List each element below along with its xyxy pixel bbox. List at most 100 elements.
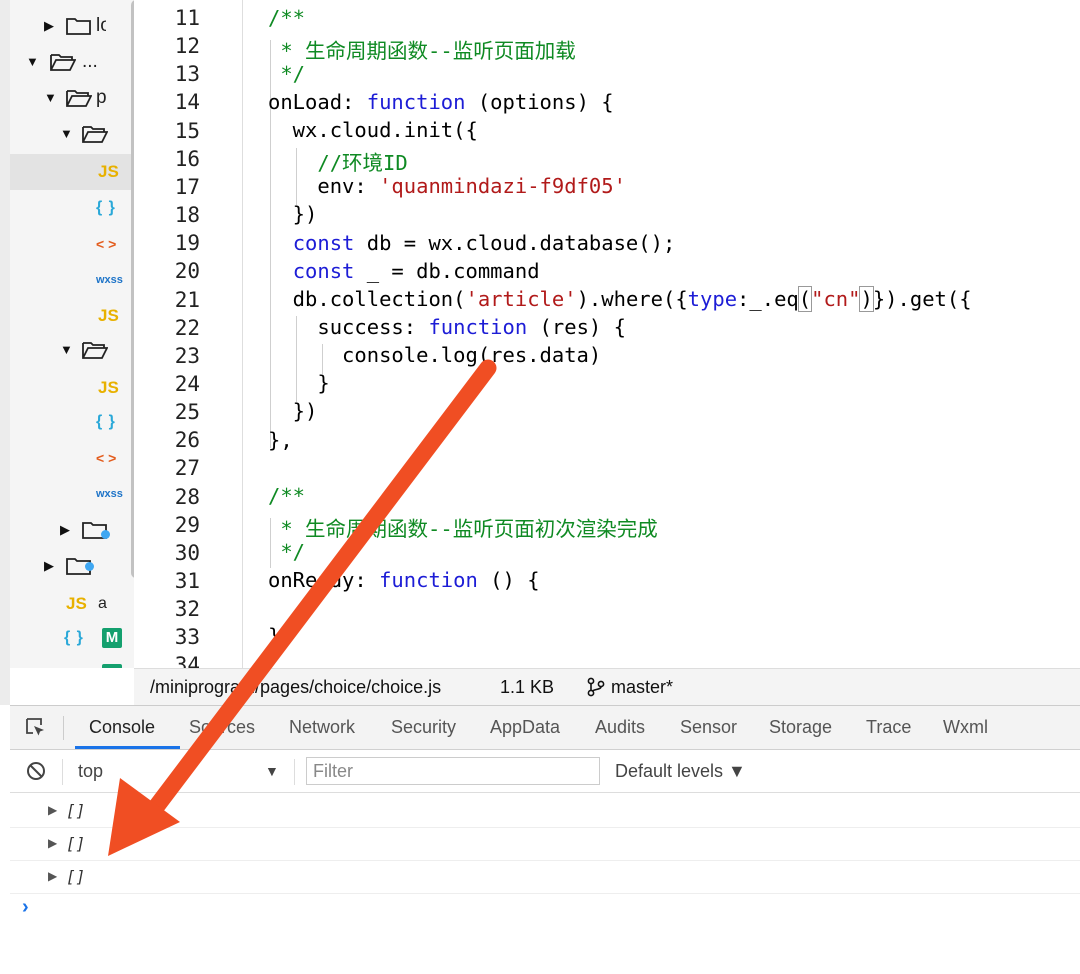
code-line: */ bbox=[268, 62, 306, 86]
context-selector[interactable]: top bbox=[78, 750, 103, 792]
tab-security[interactable]: Security bbox=[391, 706, 456, 749]
line-number: 31 bbox=[174, 569, 200, 593]
console-log-row[interactable]: ▶ [] bbox=[10, 827, 1080, 861]
caret-right-icon[interactable]: ▶ bbox=[60, 512, 74, 548]
file-path[interactable]: /miniprogram/pages/choice/choice.js bbox=[150, 669, 441, 705]
expand-arrow-icon[interactable]: ▶ bbox=[48, 794, 57, 827]
file-tree: ▶ lo ▼ ... ▼ p ▼ JS { } < > wxss JS ▼ JS bbox=[10, 0, 134, 668]
line-number: 26 bbox=[174, 428, 200, 453]
status-dot-icon bbox=[101, 530, 110, 539]
code-editor[interactable]: 11 12 13 14 15 16 17 18 19 20 21 22 23 24 25 26 27 28 29 30… bbox=[134, 0, 1080, 668]
line-number: 14 bbox=[174, 90, 200, 115]
code-line: db.collection('article').where({type:_.e… bbox=[268, 286, 972, 312]
tab-audits[interactable]: Audits bbox=[595, 706, 645, 749]
tree-file-row[interactable]: { } M bbox=[10, 620, 131, 656]
line-number: 33 bbox=[174, 625, 200, 650]
divider bbox=[62, 759, 63, 785]
code-line: onReady: function () { bbox=[268, 568, 540, 592]
line-number: 20 bbox=[174, 259, 200, 284]
tree-file-row[interactable]: JS bbox=[10, 370, 131, 406]
tree-file-row[interactable]: < > bbox=[10, 226, 131, 262]
caret-down-icon[interactable]: ▼ bbox=[265, 750, 279, 792]
code-line: } bbox=[268, 371, 330, 395]
tree-file-row[interactable]: JS a bbox=[10, 586, 131, 622]
wxml-file-icon: < > bbox=[96, 450, 117, 466]
tab-appdata[interactable]: AppData bbox=[490, 706, 560, 749]
code-line: }) bbox=[268, 399, 318, 423]
expand-arrow-icon[interactable]: ▶ bbox=[48, 827, 57, 860]
code-line: * 生命周期函数--监听页面初次渲染完成 bbox=[268, 517, 658, 541]
line-number: 28 bbox=[174, 484, 200, 509]
clear-console-icon[interactable] bbox=[26, 761, 46, 781]
line-number: 21 bbox=[174, 287, 200, 312]
code-line: onLoad: function (options) { bbox=[268, 90, 614, 114]
line-number: 29 bbox=[174, 512, 200, 537]
tree-file-row[interactable]: JS bbox=[10, 298, 131, 334]
line-number: 15 bbox=[174, 118, 200, 143]
tree-file-row[interactable]: wxss bbox=[10, 476, 131, 512]
line-number: 22 bbox=[174, 315, 200, 340]
console-log-row[interactable]: ▶ [] bbox=[10, 860, 1080, 894]
inspect-element-icon[interactable] bbox=[24, 716, 46, 738]
line-number: 16 bbox=[174, 146, 200, 171]
tree-file-row[interactable]: { } bbox=[10, 190, 131, 226]
gutter-divider bbox=[242, 0, 243, 668]
json-file-icon: { } bbox=[64, 629, 84, 646]
tree-folder-row[interactable]: ▼ bbox=[10, 116, 131, 152]
code-line: }, bbox=[268, 624, 293, 648]
console-log-row[interactable]: ▶ [] bbox=[10, 794, 1080, 828]
git-branch[interactable]: master* bbox=[611, 669, 673, 705]
tree-file-row[interactable]: JS bbox=[10, 154, 131, 190]
modified-badge: M bbox=[102, 628, 122, 648]
tree-folder-row[interactable]: ▶ bbox=[10, 512, 131, 548]
tab-wxml[interactable]: Wxml bbox=[943, 706, 988, 749]
filter-input[interactable] bbox=[306, 757, 600, 785]
code-line: }) bbox=[268, 202, 318, 226]
tree-folder-row[interactable]: ▶ lo bbox=[10, 8, 131, 44]
line-number: 23 bbox=[174, 343, 200, 368]
folder-open-icon bbox=[50, 54, 76, 71]
caret-right-icon[interactable]: ▶ bbox=[44, 548, 58, 584]
tab-console[interactable]: Console bbox=[89, 706, 155, 749]
log-levels-dropdown[interactable]: Default levels ▼ bbox=[615, 750, 746, 792]
wxml-file-icon: < > bbox=[96, 236, 117, 252]
tab-network[interactable]: Network bbox=[289, 706, 355, 749]
caret-right-icon[interactable]: ▶ bbox=[44, 8, 58, 44]
console-filter-bar: top ▼ Default levels ▼ bbox=[10, 750, 1080, 793]
tab-storage[interactable]: Storage bbox=[769, 706, 832, 749]
code-line: const db = wx.cloud.database(); bbox=[292, 231, 676, 255]
caret-down-icon[interactable]: ▼ bbox=[26, 44, 40, 80]
json-file-icon: { } bbox=[96, 199, 116, 216]
file-size: 1.1 KB bbox=[500, 677, 555, 697]
js-file-icon: JS bbox=[98, 306, 119, 325]
tree-folder-row[interactable]: ▼ bbox=[10, 332, 131, 368]
tree-file-row[interactable]: wxss M bbox=[10, 656, 131, 668]
folder-open-icon bbox=[82, 342, 108, 359]
tree-file-row[interactable]: < > bbox=[10, 440, 131, 476]
tab-sensor[interactable]: Sensor bbox=[680, 706, 737, 749]
tree-file-row[interactable]: wxss bbox=[10, 262, 131, 298]
tree-folder-label: lo bbox=[96, 15, 106, 36]
devtools-tab-bar: Console Sources Network Security AppData… bbox=[10, 706, 1080, 750]
status-dot-icon bbox=[85, 562, 94, 571]
line-number: 11 bbox=[174, 6, 200, 30]
js-file-icon: JS bbox=[66, 594, 87, 613]
line-number: 12 bbox=[174, 34, 200, 59]
code-line: */ bbox=[268, 540, 306, 564]
active-tab-indicator bbox=[75, 746, 180, 749]
tab-sources[interactable]: Sources bbox=[189, 706, 255, 749]
code-line: console.log(res.data) bbox=[268, 343, 602, 367]
wxss-file-icon: wxss bbox=[64, 656, 91, 668]
tree-folder-row[interactable]: ▶ bbox=[10, 548, 131, 584]
expand-arrow-icon[interactable]: ▶ bbox=[48, 860, 57, 893]
caret-down-icon[interactable]: ▼ bbox=[60, 116, 74, 152]
tree-folder-row[interactable]: ▼ ... bbox=[10, 44, 131, 80]
console-prompt[interactable]: › bbox=[22, 896, 29, 919]
tree-folder-row[interactable]: ▼ p bbox=[10, 80, 131, 116]
caret-down-icon[interactable]: ▼ bbox=[44, 80, 58, 116]
tree-file-row[interactable]: { } bbox=[10, 404, 131, 440]
tree-folder-label: ... bbox=[82, 51, 98, 72]
json-file-icon: { } bbox=[96, 413, 116, 430]
tab-trace[interactable]: Trace bbox=[866, 706, 911, 749]
caret-down-icon[interactable]: ▼ bbox=[60, 332, 74, 368]
